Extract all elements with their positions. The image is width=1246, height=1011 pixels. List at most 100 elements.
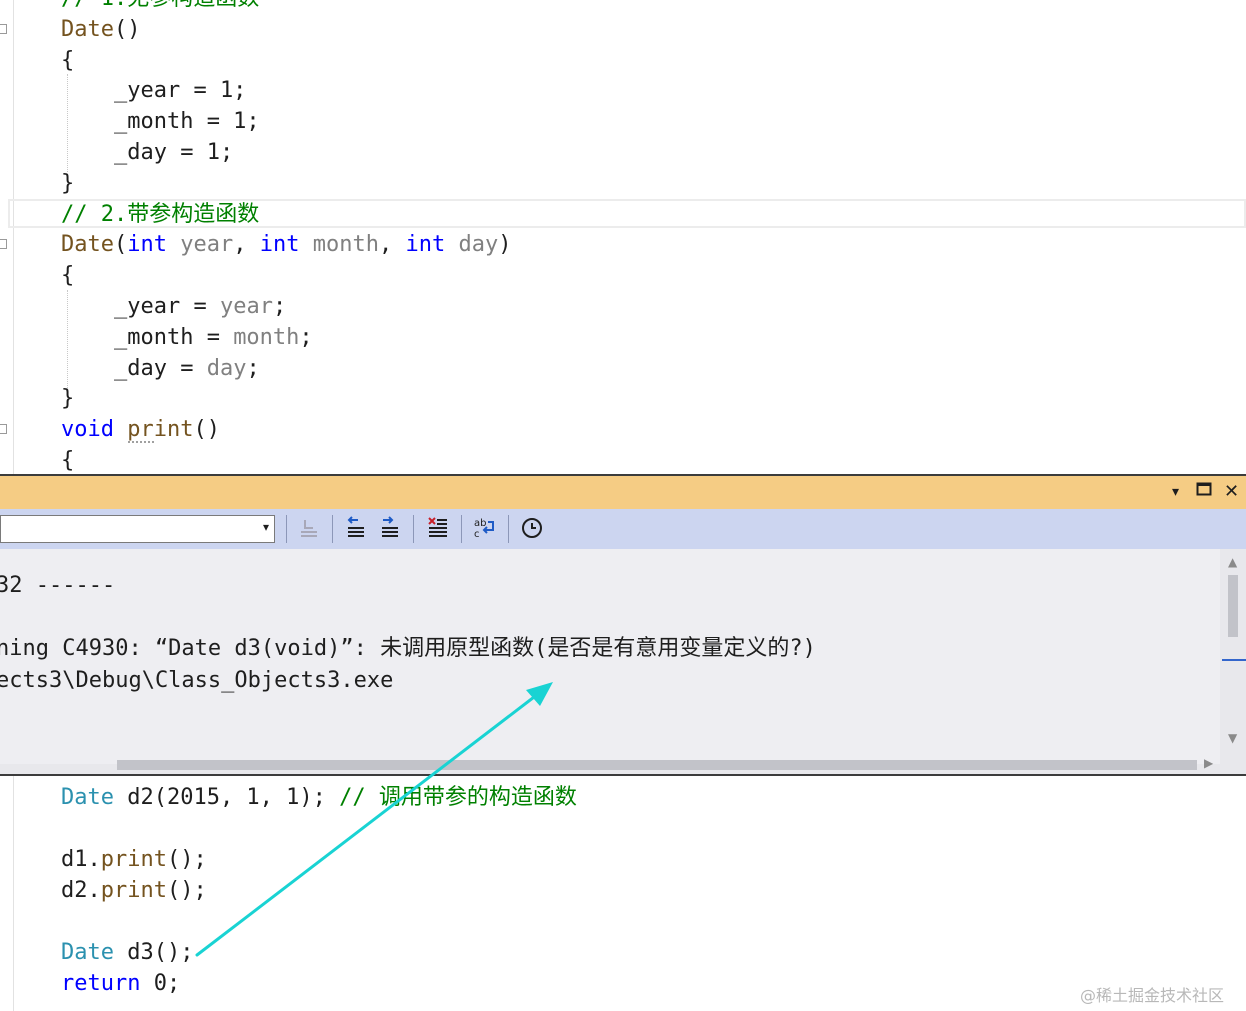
code-token: // 1.无参构造函数 <box>61 0 259 11</box>
svg-text:c: c <box>474 529 480 540</box>
close-icon[interactable]: ✕ <box>1224 480 1239 504</box>
code-token: d3(); <box>113 940 194 965</box>
code-line[interactable]: } <box>61 169 74 199</box>
code-line[interactable]: { <box>61 46 74 76</box>
scroll-right-icon[interactable]: ▶ <box>1204 756 1213 770</box>
code-line[interactable]: } <box>61 384 74 414</box>
code-token: Date <box>61 16 114 42</box>
code-line[interactable]: { <box>61 261 74 291</box>
code-token: _month = <box>61 324 234 350</box>
toolbar-separator <box>461 515 462 543</box>
find-message-icon[interactable] <box>296 516 322 542</box>
code-token: int <box>405 232 446 258</box>
code-token: d2. <box>61 878 101 903</box>
code-token: month <box>312 232 379 258</box>
toolbar-separator <box>413 515 414 543</box>
scroll-marker <box>1222 659 1246 661</box>
toolbar-separator <box>332 515 333 543</box>
horizontal-scrollbar[interactable]: ▶ <box>0 756 1220 774</box>
word-wrap-icon[interactable]: ab c <box>472 516 498 542</box>
watermark: @稀土掘金技术社区 <box>1080 986 1225 1005</box>
code-line[interactable]: { <box>61 446 74 476</box>
timestamp-icon[interactable] <box>519 516 545 542</box>
squiggle-underline <box>128 441 154 443</box>
code-token: (); <box>166 878 207 903</box>
code-line[interactable]: Date(int year, int month, int day) <box>61 230 511 260</box>
code-line[interactable]: d1.print(); <box>61 845 207 875</box>
code-token: () <box>193 417 220 443</box>
output-line: 32 ------ <box>0 573 116 598</box>
code-token: d1. <box>61 847 101 872</box>
toolbar-separator <box>508 515 509 543</box>
scroll-up-icon[interactable]: ▲ <box>1228 555 1237 569</box>
code-token: // 调用带参的构造函数 <box>339 785 577 810</box>
output-text-area[interactable]: 32 ------ ning C4930: “Date d3(void)”: 未… <box>0 549 1220 764</box>
code-token: print <box>100 847 167 872</box>
prev-message-icon[interactable] <box>343 516 369 542</box>
code-token: month <box>233 324 300 350</box>
code-token: day <box>458 232 499 258</box>
code-line[interactable]: // 2.带参构造函数 <box>61 200 259 230</box>
code-token: d2(2015, 1, 1); <box>113 785 340 810</box>
code-token: ( <box>113 232 128 258</box>
svg-text:ab: ab <box>474 518 486 529</box>
maximize-icon[interactable] <box>1196 480 1212 504</box>
code-line[interactable]: Date d2(2015, 1, 1); // 调用带参的构造函数 <box>61 783 577 813</box>
output-line-warning: ning C4930: “Date d3(void)”: 未调用原型函数(是否是… <box>0 636 816 661</box>
code-line[interactable]: Date() <box>61 15 140 45</box>
scroll-down-icon[interactable]: ▼ <box>1228 731 1237 745</box>
code-token: ; <box>272 294 287 319</box>
output-panel: ▾ ✕ ▾ ab c 32 ------ ning C4930: “Date d… <box>0 474 1246 776</box>
code-token: { <box>61 263 75 289</box>
code-token: day <box>206 355 247 381</box>
code-line[interactable]: // 1.无参构造函数 <box>61 0 259 14</box>
code-token: ; <box>299 324 313 350</box>
code-token: _day = 1; <box>61 140 234 165</box>
code-line[interactable]: _day = day; <box>61 354 260 384</box>
code-line[interactable]: d2.print(); <box>61 876 207 906</box>
fold-marker[interactable] <box>0 239 7 249</box>
code-line[interactable]: _year = year; <box>61 292 286 322</box>
code-token: Date <box>61 232 114 258</box>
horizontal-scroll-thumb[interactable] <box>117 760 1197 770</box>
code-token: return <box>61 971 141 996</box>
code-token: Date <box>61 785 114 810</box>
code-token: () <box>113 16 141 42</box>
code-line[interactable]: _day = 1; <box>61 138 233 168</box>
code-token: year <box>219 294 273 319</box>
code-token: void <box>61 417 114 443</box>
code-token: print <box>100 878 167 903</box>
output-line: ects3\Debug\Class_Objects3.exe <box>0 668 394 693</box>
code-token: 0; <box>140 971 181 996</box>
code-token: ; <box>246 355 260 381</box>
code-line[interactable]: return 0; <box>61 969 180 999</box>
fold-marker[interactable] <box>0 424 7 434</box>
vertical-scrollbar[interactable]: ▲ ▼ <box>1222 549 1246 764</box>
next-message-icon[interactable] <box>377 516 403 542</box>
code-line[interactable]: _month = 1; <box>61 107 260 137</box>
code-token: ) <box>498 232 512 258</box>
clear-all-icon[interactable] <box>425 516 451 542</box>
output-titlebar: ▾ ✕ <box>0 476 1246 509</box>
code-token: _month = 1; <box>61 109 260 135</box>
code-token: { <box>61 448 75 473</box>
code-token: year <box>180 232 234 258</box>
code-line[interactable]: Date d3(); <box>61 938 193 968</box>
window-position-dropdown-icon[interactable]: ▾ <box>1172 480 1179 504</box>
code-line[interactable]: _year = 1; <box>61 76 246 106</box>
vertical-scroll-thumb[interactable] <box>1228 575 1238 637</box>
code-token: _year = 1; <box>61 78 247 104</box>
code-token: _year = <box>61 294 220 319</box>
code-token: // 2.带参构造函数 <box>61 201 260 227</box>
code-token: , <box>233 232 260 258</box>
code-line[interactable]: _month = month; <box>61 323 313 353</box>
output-toolbar: ▾ ab c <box>0 509 1246 549</box>
output-source-select[interactable]: ▾ <box>0 515 275 543</box>
chevron-down-icon: ▾ <box>262 520 269 534</box>
fold-marker[interactable] <box>0 24 7 34</box>
toolbar-separator <box>286 515 287 543</box>
